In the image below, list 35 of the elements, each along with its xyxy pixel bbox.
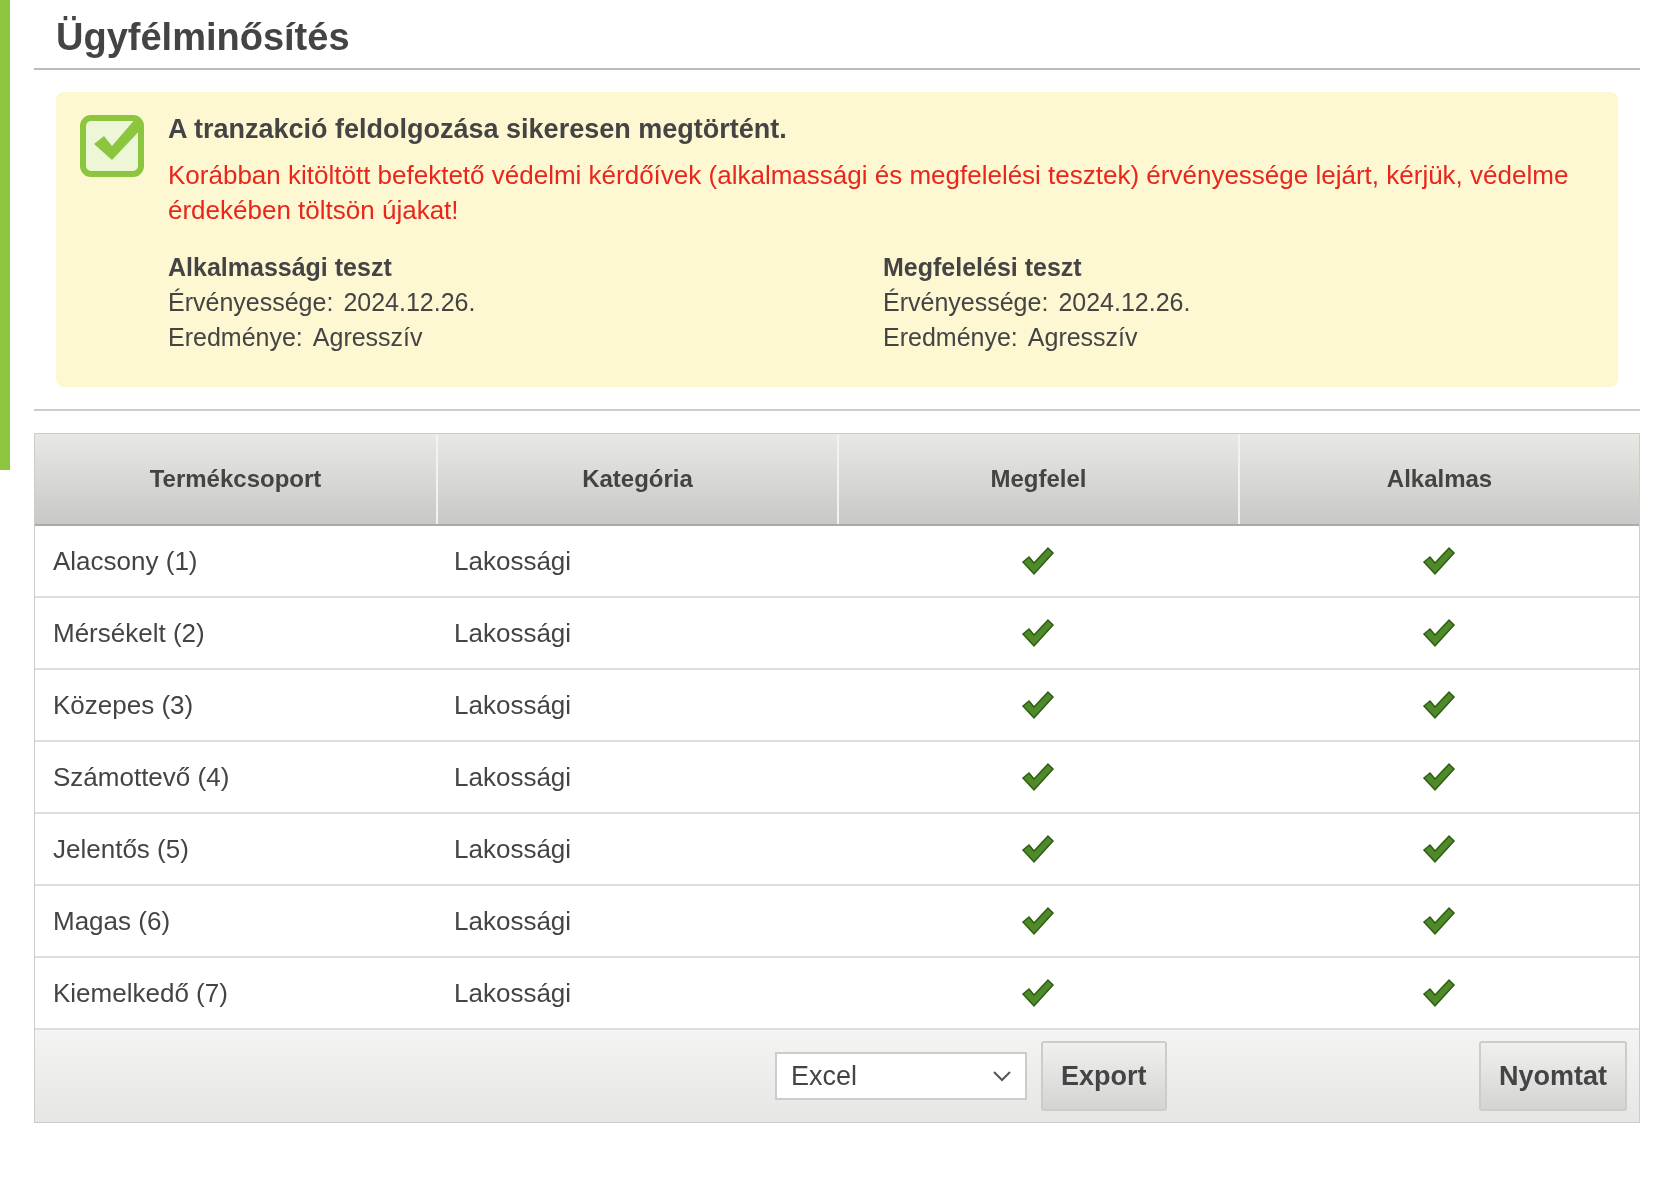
table-cell-text: Lakossági xyxy=(453,904,573,938)
column-header: Kategória xyxy=(436,434,837,524)
column-header: Alkalmas xyxy=(1238,434,1639,524)
table-cell-text: Lakossági xyxy=(453,688,573,722)
success-message: A tranzakció feldolgozása sikeresen megtörtént. xyxy=(168,113,788,146)
table-cell-text: Jelentős (5) xyxy=(52,832,190,866)
table-cell-text: Lakossági xyxy=(453,616,573,650)
table-cell-text: Magas (6) xyxy=(52,904,172,938)
column-header: Termékcsoport xyxy=(148,464,323,494)
table-cell-text: Lakossági xyxy=(453,976,573,1010)
chevron-down-icon xyxy=(993,1070,1011,1082)
table-cell-text: Alacsony (1) xyxy=(52,544,199,578)
validity-label: Érvényessége: xyxy=(168,287,334,318)
table-cell-text: Számottevő (4) xyxy=(52,760,231,794)
warning-message: Korábban kitöltött befektető védelmi kérdőívek (alkalmassági és megfelelési tesztek) érvényessége lejárt, kérjük, védelme érdekében töltsön újakat! xyxy=(168,159,1570,227)
result-label: Eredménye: xyxy=(883,322,1018,353)
export-button[interactable]: Export xyxy=(1041,1041,1167,1111)
table-cell-text: Kiemelkedő (7) xyxy=(52,976,229,1010)
table-cell-text: Lakossági xyxy=(453,832,573,866)
validity-label: Érvényessége: xyxy=(883,287,1049,318)
table-cell-text: Lakossági xyxy=(453,544,573,578)
validity-value: 2024.12.26. xyxy=(343,287,476,318)
page-title: Ügyfélminősítés xyxy=(56,15,351,60)
format-select[interactable]: Excel xyxy=(775,1052,1027,1100)
table-cell-text: Lakossági xyxy=(453,760,573,794)
table-cell-text: Mérsékelt (2) xyxy=(52,616,206,650)
table-cell-text: Közepes (3) xyxy=(52,688,195,722)
result-value: Agresszív xyxy=(312,322,423,353)
result-label: Eredménye: xyxy=(168,322,303,353)
test-title: Megfelelési teszt xyxy=(883,252,1082,283)
result-value: Agresszív xyxy=(1027,322,1138,353)
print-button[interactable]: Nyomtat xyxy=(1479,1041,1627,1111)
test-title: Alkalmassági teszt xyxy=(168,252,392,283)
validity-value: 2024.12.26. xyxy=(1058,287,1191,318)
column-header: Megfelel xyxy=(837,434,1238,524)
